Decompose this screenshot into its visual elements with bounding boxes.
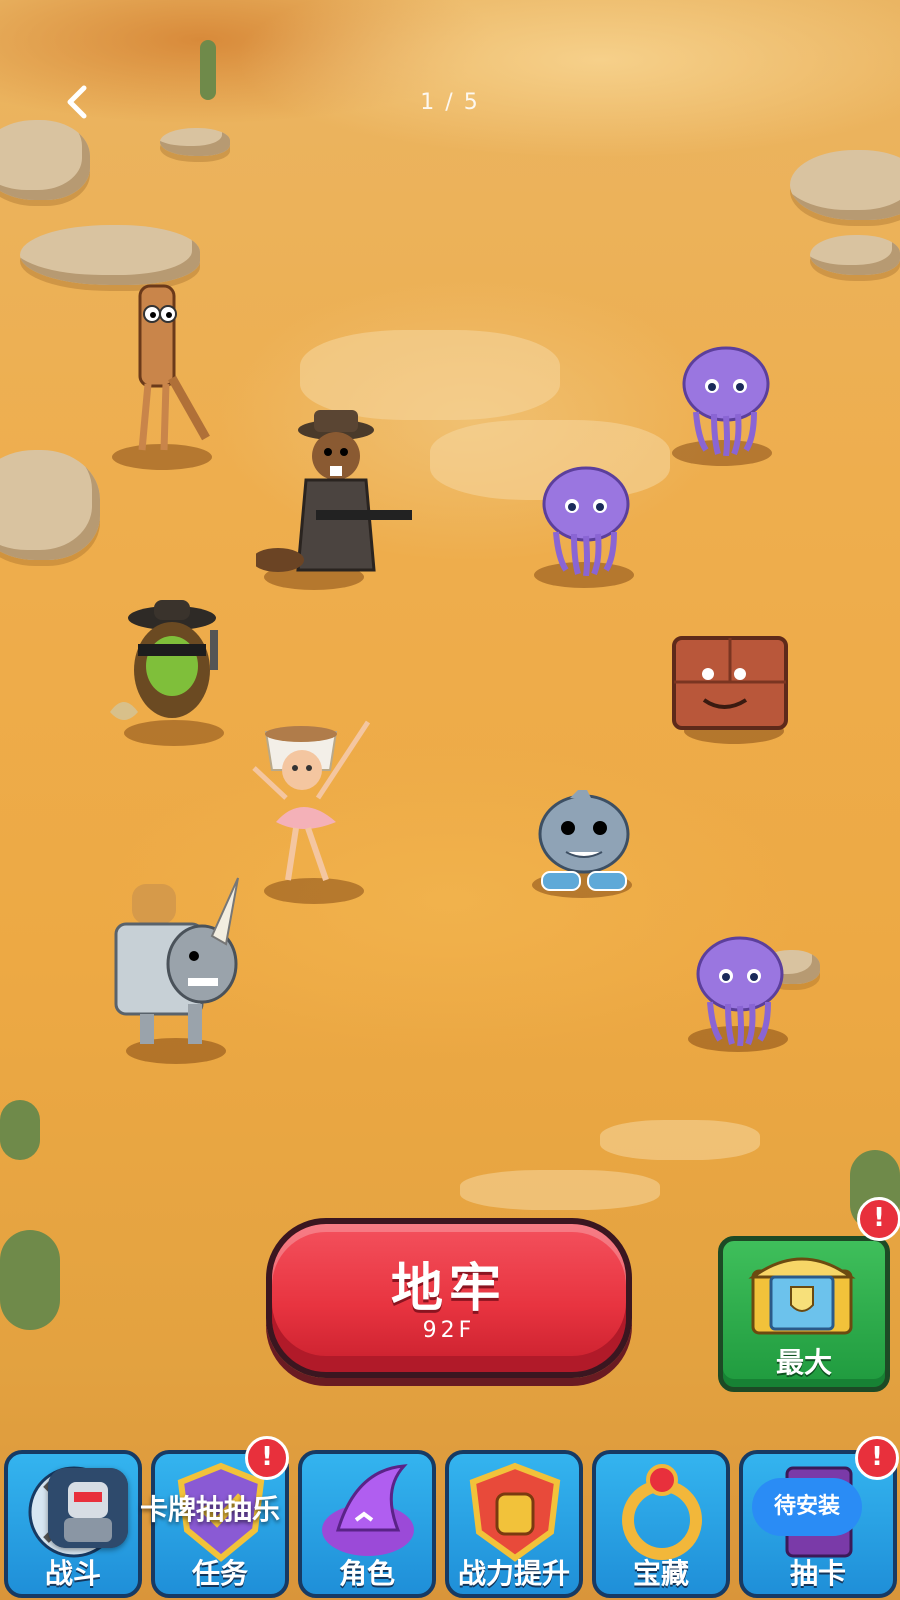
notification-badge: ! bbox=[857, 1197, 900, 1241]
sand-patch bbox=[300, 330, 560, 420]
tab-label: 角色 bbox=[338, 1557, 395, 1590]
enemy-unit-jellyfish[interactable] bbox=[676, 346, 776, 456]
max-chest-button[interactable]: 最大 ! bbox=[718, 1197, 900, 1392]
enemy-unit-jellyfish[interactable] bbox=[690, 936, 790, 1046]
rock bbox=[0, 450, 100, 560]
max-label: 最大 bbox=[775, 1346, 832, 1379]
robot-icon bbox=[48, 1468, 128, 1548]
app-name: 卡牌抽抽乐 bbox=[140, 1493, 281, 1526]
rock bbox=[20, 225, 200, 285]
tab-label: 宝藏 bbox=[632, 1557, 689, 1590]
install-banner: 卡牌抽抽乐 待安装 bbox=[48, 1468, 862, 1548]
cactus bbox=[0, 1100, 40, 1160]
app-icon[interactable] bbox=[48, 1468, 128, 1548]
dungeon-floor: 92F bbox=[422, 1318, 476, 1343]
enemy-unit-brick-block[interactable] bbox=[670, 634, 790, 734]
rock bbox=[160, 128, 230, 156]
ally-unit-beaver-gangster[interactable] bbox=[256, 410, 416, 590]
sand-patch bbox=[600, 1120, 760, 1160]
dungeon-title: 地牢 bbox=[390, 1259, 507, 1319]
tab-label: 抽卡 bbox=[789, 1557, 846, 1590]
ally-unit-stick-man[interactable] bbox=[120, 278, 220, 458]
ally-unit-toaster-rhino[interactable] bbox=[102, 874, 252, 1054]
rock bbox=[0, 120, 90, 200]
treasure-chest-icon bbox=[748, 1257, 856, 1335]
tab-label: 战力提升 bbox=[457, 1557, 570, 1590]
page-counter: 1 / 5 bbox=[420, 90, 480, 115]
rock bbox=[810, 235, 900, 275]
tab-label: 战斗 bbox=[44, 1557, 101, 1590]
tab-label: 任务 bbox=[191, 1557, 248, 1590]
install-button[interactable]: 待安装 bbox=[752, 1478, 862, 1536]
ally-unit-kiwi-bandit[interactable] bbox=[110, 600, 240, 740]
enemy-unit-jellyfish[interactable] bbox=[536, 466, 636, 576]
ally-unit-coffee-ballerina[interactable] bbox=[246, 712, 376, 892]
dungeon-button[interactable]: 地牢 92F bbox=[266, 1218, 632, 1378]
cactus bbox=[0, 1230, 60, 1330]
notification-badge: ! bbox=[855, 1436, 899, 1480]
sand-patch bbox=[460, 1170, 660, 1210]
enemy-unit-sneaker-shark[interactable] bbox=[530, 790, 640, 900]
